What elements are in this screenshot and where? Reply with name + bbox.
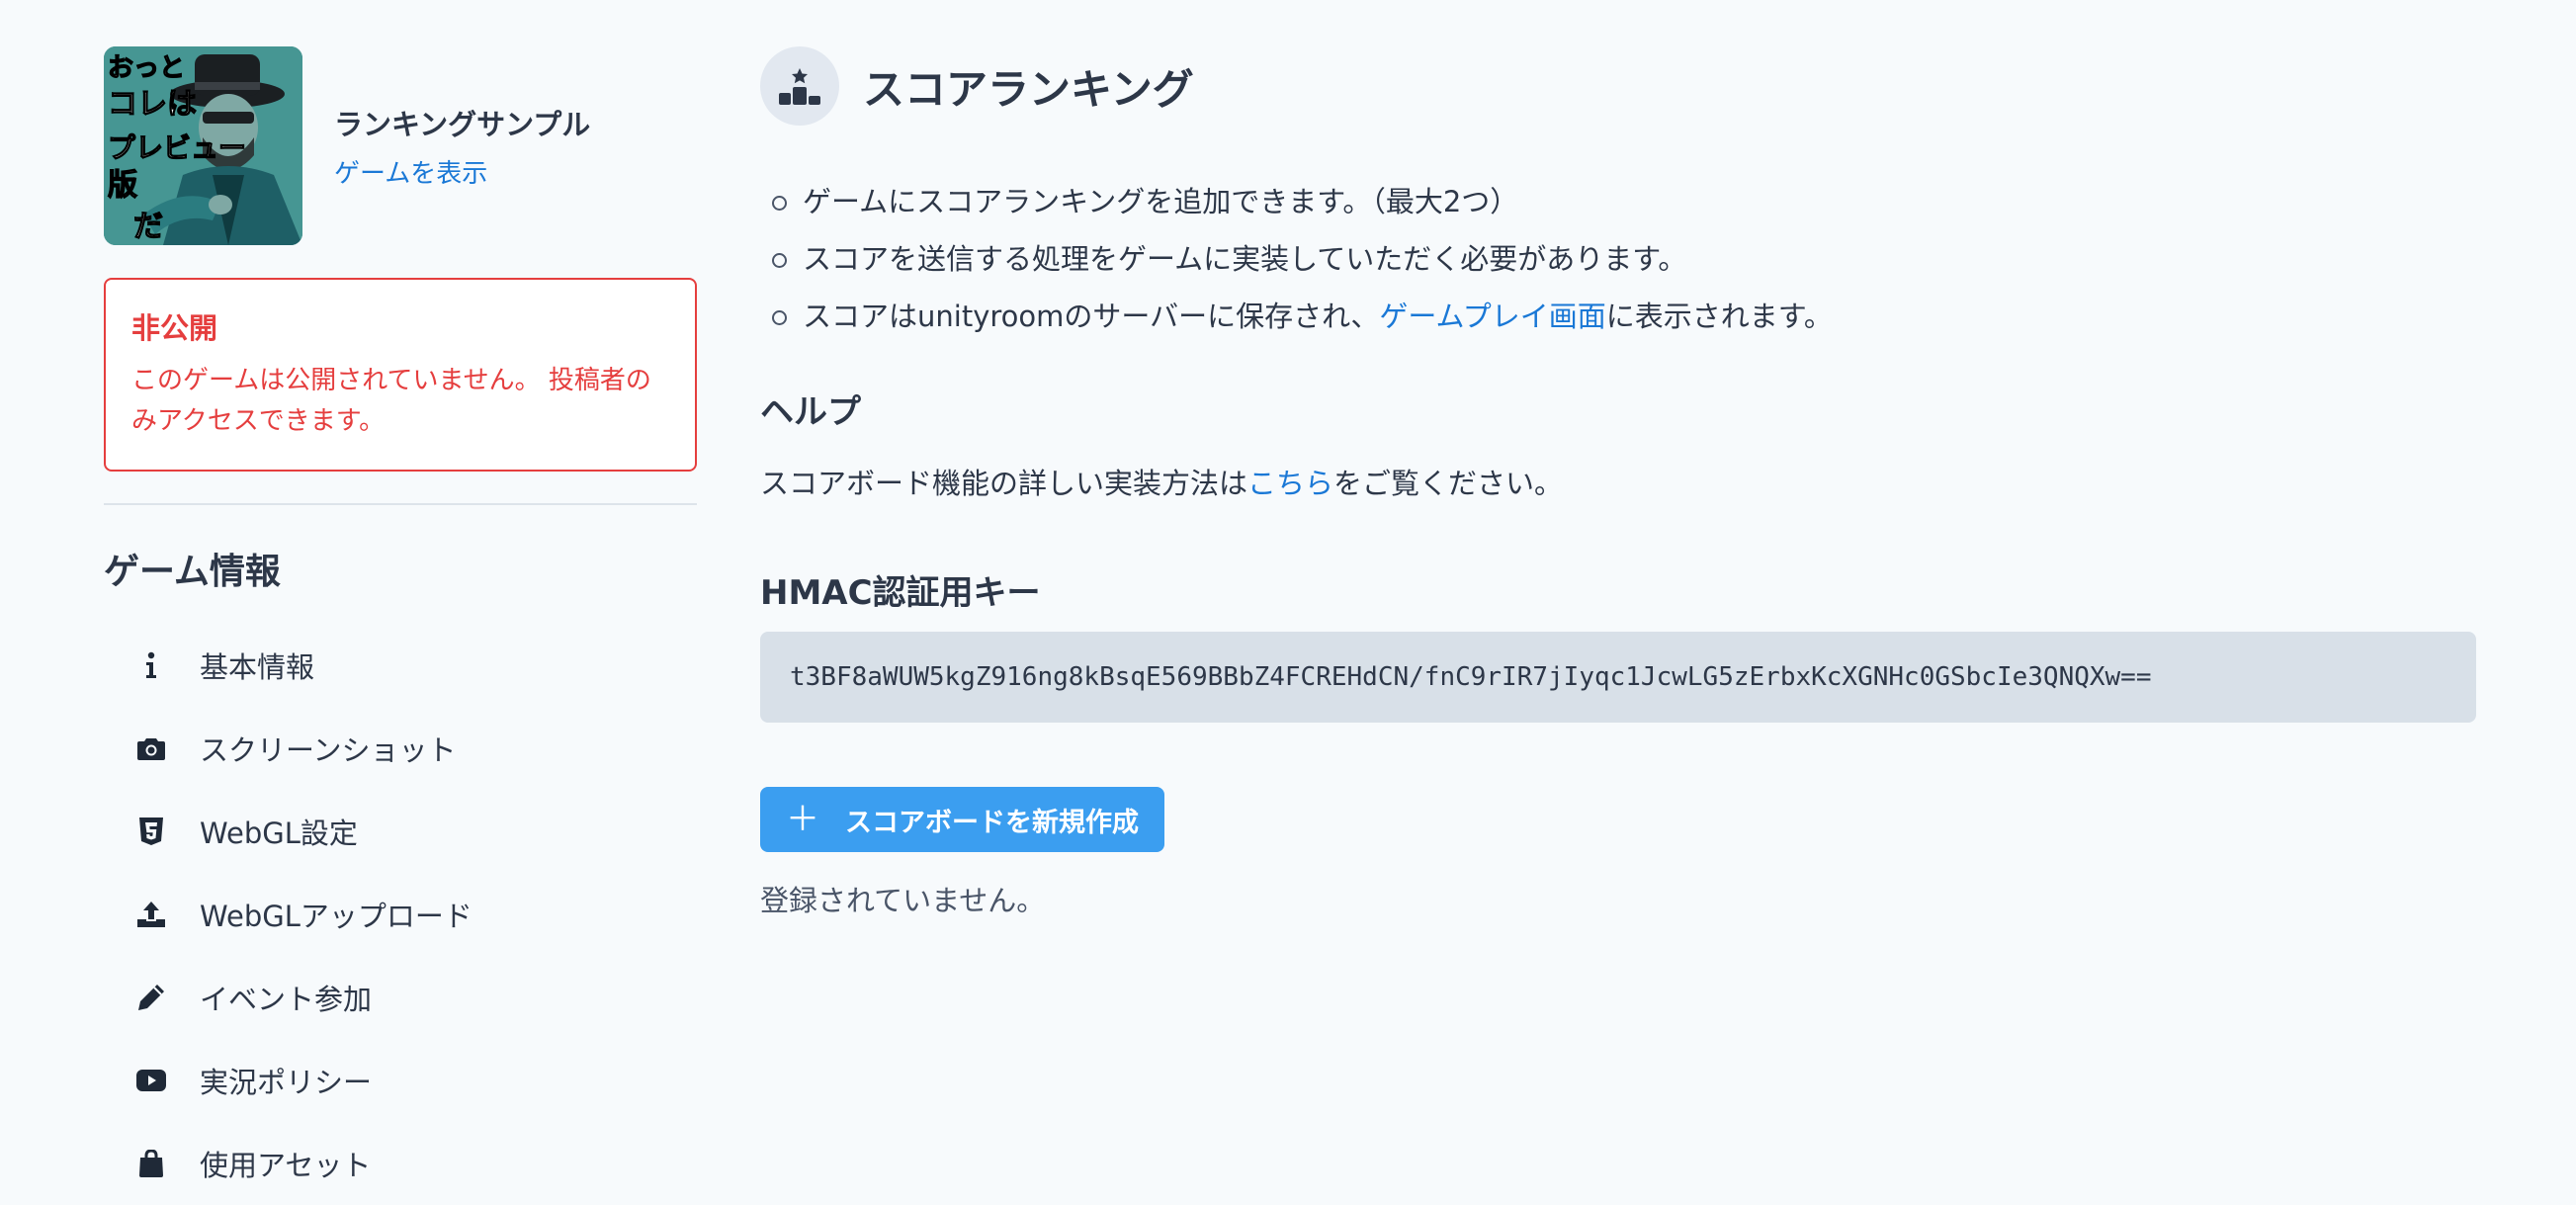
- help-text-after: をご覧ください。: [1333, 467, 1564, 500]
- upload-icon: [136, 900, 166, 929]
- sidebar-item-label: イベント参加: [200, 983, 373, 1016]
- game-title: ランキングサンプル: [334, 108, 591, 141]
- game-meta: ランキングサンプル ゲームを表示: [334, 102, 590, 190]
- sidebar: おっと コレは プレビュー 版 だ ランキングサンプル ゲームを表示 非公開 こ…: [104, 46, 697, 1205]
- sidebar-item-label: 実況ポリシー: [200, 1066, 373, 1099]
- svg-text:だ: だ: [133, 210, 163, 244]
- list-item-text: ゲームにスコアランキングを追加できます。（最大2つ）: [803, 185, 1519, 218]
- sidebar-item-streaming-policy[interactable]: 実況ポリシー: [104, 1039, 697, 1122]
- youtube-icon: [136, 1066, 166, 1095]
- list-item: スコアはunityroomのサーバーに保存され、ゲームプレイ画面に表示されます。: [760, 288, 2476, 345]
- game-info-heading: ゲーム情報: [104, 552, 281, 592]
- svg-text:プレビュー: プレビュー: [108, 131, 246, 164]
- game-thumbnail[interactable]: おっと コレは プレビュー 版 だ: [104, 46, 302, 245]
- info-icon: [136, 650, 166, 680]
- help-text-before: スコアボード機能の詳しい実装方法は: [760, 467, 1248, 500]
- game-info-menu: 基本情報 スクリーンショット WebGL設定 WebGLアップロード イベント参…: [104, 624, 697, 1205]
- svg-text:おっと: おっと: [108, 53, 185, 83]
- list-item-text: スコアはunityroomのサーバーに保存され、: [803, 300, 1380, 333]
- shopping-bag-icon: [136, 1149, 166, 1178]
- list-item: ゲームにスコアランキングを追加できます。（最大2つ）: [760, 173, 2476, 230]
- plus-icon: ＋: [786, 801, 819, 838]
- list-item-text: スコアを送信する処理をゲームに実装していただく必要があります。: [803, 242, 1687, 276]
- sidebar-item-assets[interactable]: 使用アセット: [104, 1122, 697, 1205]
- page-header: スコアランキング: [760, 46, 2476, 126]
- camera-icon: [136, 733, 166, 763]
- hmac-key-field[interactable]: t3BF8aWUW5kgZ916ng8kBsqE569BBbZ4FCREHdCN…: [760, 632, 2476, 723]
- help-heading: ヘルプ: [760, 392, 861, 432]
- sidebar-item-label: スクリーンショット: [200, 733, 457, 767]
- page-title: スコアランキング: [863, 64, 1194, 114]
- view-game-link[interactable]: ゲームを表示: [334, 153, 590, 190]
- feature-list: ゲームにスコアランキングを追加できます。（最大2つ） スコアを送信する処理をゲー…: [760, 173, 2476, 345]
- help-text: スコアボード機能の詳しい実装方法はこちらをご覧ください。: [760, 461, 2476, 502]
- private-status-message: このゲームは公開されていません。 投稿者のみアクセスできます。: [131, 366, 651, 436]
- sidebar-item-basic-info[interactable]: 基本情報: [104, 624, 697, 707]
- pencil-icon: [136, 983, 166, 1012]
- private-status-title: 非公開: [131, 311, 218, 345]
- sidebar-item-webgl-settings[interactable]: WebGL設定: [104, 790, 697, 873]
- sidebar-divider: [104, 503, 697, 505]
- create-scoreboard-button[interactable]: ＋ スコアボードを新規作成: [760, 787, 1164, 852]
- podium-icon: [760, 46, 839, 126]
- sidebar-item-label: 使用アセット: [200, 1149, 372, 1182]
- sidebar-item-screenshots[interactable]: スクリーンショット: [104, 707, 697, 790]
- create-scoreboard-label: スコアボードを新規作成: [845, 807, 1139, 837]
- sidebar-item-label: WebGL設定: [200, 817, 358, 850]
- private-status-alert: 非公開 このゲームは公開されていません。 投稿者のみアクセスできます。: [104, 278, 697, 472]
- list-item: スコアを送信する処理をゲームに実装していただく必要があります。: [760, 230, 2476, 288]
- empty-scoreboard-message: 登録されていません。: [760, 884, 1046, 917]
- sidebar-item-label: WebGLアップロード: [200, 900, 472, 933]
- game-header: おっと コレは プレビュー 版 だ ランキングサンプル ゲームを表示: [104, 46, 697, 245]
- svg-text:コレは: コレは: [108, 87, 197, 122]
- hmac-key-heading: HMAC認証用キー: [760, 573, 1041, 613]
- svg-text:版: 版: [108, 168, 137, 203]
- sidebar-item-event[interactable]: イベント参加: [104, 956, 697, 1039]
- sidebar-item-label: 基本情報: [200, 650, 315, 684]
- sidebar-item-webgl-upload[interactable]: WebGLアップロード: [104, 873, 697, 956]
- html5-icon: [136, 817, 166, 846]
- list-item-text: に表示されます。: [1605, 300, 1833, 333]
- main-content: スコアランキング ゲームにスコアランキングを追加できます。（最大2つ） スコアを…: [760, 46, 2476, 919]
- help-docs-link[interactable]: こちら: [1247, 467, 1333, 500]
- gameplay-screen-link[interactable]: ゲームプレイ画面: [1379, 300, 1605, 333]
